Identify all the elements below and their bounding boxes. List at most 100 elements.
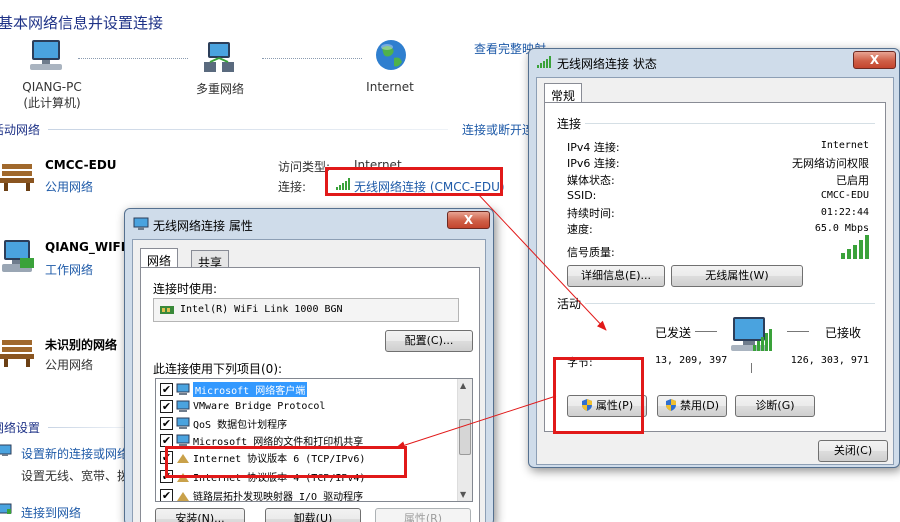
- active-networks-header: 活动网络: [0, 123, 41, 137]
- item-label: Microsoft 网络客户端: [193, 382, 308, 397]
- section-divider: [48, 129, 448, 130]
- speed-value: 65.0 Mbps: [814, 223, 869, 234]
- group-divider: [585, 303, 875, 304]
- properties-body: 网络 共享 连接时使用: Intel(R) WiFi Link 1000 BGN…: [132, 239, 486, 522]
- annotation-highlight: [165, 446, 407, 478]
- computer-name: QIANG-PC: [22, 80, 82, 94]
- disable-button[interactable]: 禁用(D): [657, 395, 727, 417]
- install-button[interactable]: 安装(N)...: [155, 508, 245, 522]
- details-button[interactable]: 详细信息(E)...: [567, 265, 665, 287]
- status-title-bar: 无线网络连接 状态: [537, 55, 657, 72]
- properties-title: 无线网络连接 属性: [153, 219, 253, 233]
- lltd-icon: [177, 492, 189, 501]
- ipv6-label: IPv6 连接:: [567, 157, 620, 170]
- diagnose-button[interactable]: 诊断(G): [735, 395, 815, 417]
- close-button[interactable]: 关闭(C): [818, 440, 888, 462]
- multiple-networks-label: 多重网络: [195, 82, 244, 96]
- ssid-value: CMCC-EDU: [820, 190, 869, 201]
- status-close-button[interactable]: X: [853, 51, 896, 69]
- components-list: ✔ Microsoft 网络客户端 ✔ VMware Bridge Protoc…: [155, 378, 473, 502]
- network-type: 公用网络: [45, 358, 94, 372]
- checkbox[interactable]: ✔: [160, 417, 173, 430]
- bytes-received-value: 126, 303, 971: [790, 355, 869, 366]
- list-scrollbar[interactable]: ▲ ▼: [457, 379, 472, 501]
- scroll-thumb[interactable]: [459, 419, 471, 455]
- network-type-link[interactable]: 公用网络: [45, 178, 93, 195]
- wireless-properties-button[interactable]: 无线属性(W): [671, 265, 803, 287]
- tab-general[interactable]: 常规: [544, 83, 583, 103]
- network-name: 未识别的网络: [45, 338, 118, 352]
- item-label: VMware Bridge Protocol: [193, 401, 326, 412]
- checkbox[interactable]: ✔: [160, 383, 173, 396]
- speed-label: 速度:: [567, 223, 593, 236]
- media-state-label: 媒体状态:: [567, 174, 615, 187]
- setup-description: 设置无线、宽带、拨: [21, 469, 130, 483]
- media-state-value: 已启用: [836, 174, 869, 187]
- map-connector: [262, 58, 362, 59]
- ipv6-value: 无网络访问权限: [792, 157, 869, 170]
- adapter-icon: [160, 304, 174, 316]
- list-item[interactable]: ✔ QoS 数据包计划程序: [160, 415, 287, 432]
- list-item[interactable]: ✔ 链路层拓扑发现映射器 I/O 驱动程序: [160, 487, 364, 502]
- qos-icon: [176, 417, 190, 429]
- checkbox[interactable]: ✔: [160, 400, 173, 413]
- computer-subtitle: (此计算机): [23, 96, 81, 110]
- uac-shield-icon: [665, 399, 676, 411]
- group-divider: [585, 123, 875, 124]
- tab-network[interactable]: 网络: [140, 248, 179, 268]
- change-settings-header: 网络设置: [0, 421, 41, 435]
- disable-label: 禁用(D): [679, 399, 720, 412]
- duration-value: 01:22:44: [820, 207, 869, 218]
- ipv4-label: IPv4 连接:: [567, 141, 620, 154]
- tab-sharing[interactable]: 共享: [191, 250, 230, 270]
- ipv4-value: Internet: [820, 140, 869, 151]
- setup-new-connection-link[interactable]: 设置新的连接或网络: [21, 445, 129, 462]
- access-type-label: 访问类型:: [278, 160, 331, 174]
- computer-icon: [22, 38, 70, 74]
- connect-using-label: 连接时使用:: [153, 282, 218, 296]
- adapter-name: Intel(R) WiFi Link 1000 BGN: [180, 304, 343, 315]
- adapter-field: Intel(R) WiFi Link 1000 BGN: [153, 298, 459, 322]
- list-item[interactable]: ✔ VMware Bridge Protocol: [160, 398, 325, 415]
- annotation-highlight: [553, 357, 644, 434]
- checkbox[interactable]: ✔: [160, 489, 173, 501]
- annotation-highlight: [325, 167, 503, 196]
- signal-quality-label: 信号质量:: [567, 246, 615, 259]
- connect-network-icon: [0, 502, 12, 516]
- properties-close-button[interactable]: X: [447, 211, 490, 229]
- internet-globe-icon: [374, 38, 408, 72]
- received-label: 已接收: [825, 326, 862, 340]
- connection-label: 连接:: [278, 180, 307, 194]
- page-title: 基本网络信息并设置连接: [0, 14, 164, 32]
- network-tab-panel: 连接时使用: Intel(R) WiFi Link 1000 BGN 配置(C)…: [140, 267, 480, 522]
- this-computer-label: QIANG-PC (此计算机): [0, 80, 104, 111]
- network-name: CMCC-EDU: [45, 158, 117, 172]
- item-label: 链路层拓扑发现映射器 I/O 驱动程序: [193, 492, 364, 502]
- section-divider: [48, 427, 128, 428]
- item-label: QoS 数据包计划程序: [193, 420, 288, 431]
- configure-button[interactable]: 配置(C)...: [385, 330, 473, 352]
- bench-icon: [0, 158, 36, 192]
- activity-line: [787, 331, 809, 332]
- scroll-up-icon[interactable]: ▲: [460, 381, 466, 390]
- map-connector: [78, 58, 188, 59]
- activity-computer-icon: [729, 315, 775, 363]
- sent-label: 已发送: [655, 326, 692, 340]
- internet-label: Internet: [366, 80, 414, 94]
- activity-line: [695, 331, 717, 332]
- signal-strength-icon: [841, 235, 871, 259]
- work-network-icon: [0, 238, 36, 276]
- items-label: 此连接使用下列项目(0):: [153, 362, 283, 376]
- client-icon: [176, 383, 190, 395]
- scroll-down-icon[interactable]: ▼: [460, 490, 466, 499]
- properties-title-bar: 无线网络连接 属性: [133, 217, 253, 234]
- item-properties-button[interactable]: 属性(R): [375, 508, 471, 522]
- connect-to-network-link[interactable]: 连接到网络: [21, 504, 81, 521]
- list-item[interactable]: ✔ Microsoft 网络客户端: [160, 381, 308, 398]
- status-title: 无线网络连接 状态: [557, 57, 657, 71]
- setup-connection-icon: [0, 443, 12, 457]
- uninstall-button[interactable]: 卸载(U): [265, 508, 361, 522]
- network-type-link[interactable]: 工作网络: [45, 261, 93, 278]
- activity-divider: [751, 363, 752, 373]
- multiple-networks-icon: [202, 40, 238, 74]
